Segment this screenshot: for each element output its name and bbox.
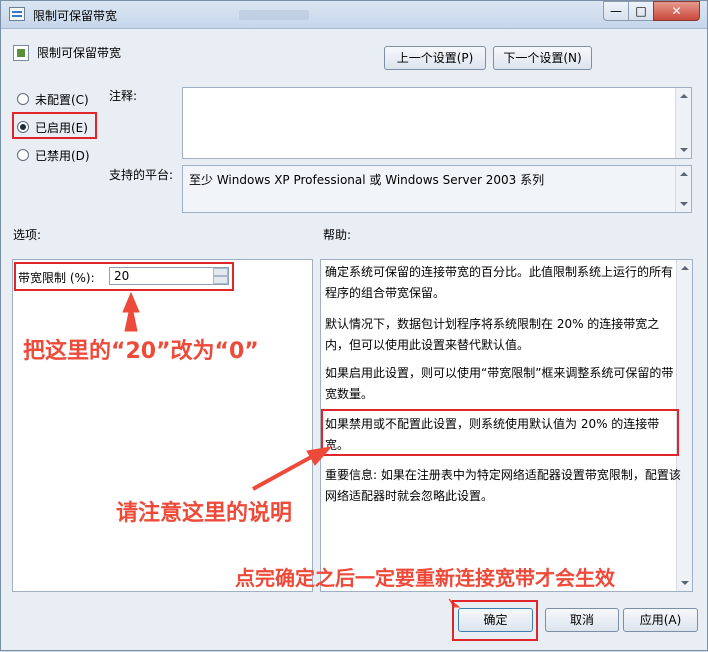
arrow-up-icon: [122, 291, 140, 332]
apply-button[interactable]: 应用(A): [623, 608, 698, 632]
annotation-arrows: [122, 291, 461, 608]
highlight-box-ok: [452, 600, 538, 641]
policy-dialog: 限制可保留带宽 — □ ✕ 限制可保留带宽 上一个设置(P) 下一个设置(N) …: [0, 0, 708, 651]
arrow-head-icon: [306, 446, 333, 466]
cancel-button[interactable]: 取消: [545, 608, 619, 632]
annotation-note-description: 请注意这里的说明: [116, 501, 293, 526]
arrow-line: [252, 454, 314, 491]
annotation-reconnect: 点完确定之后一定要重新连接宽带才会生效: [235, 566, 615, 590]
annotation-change-value: 把这里的“20”改为“0”: [23, 339, 259, 364]
